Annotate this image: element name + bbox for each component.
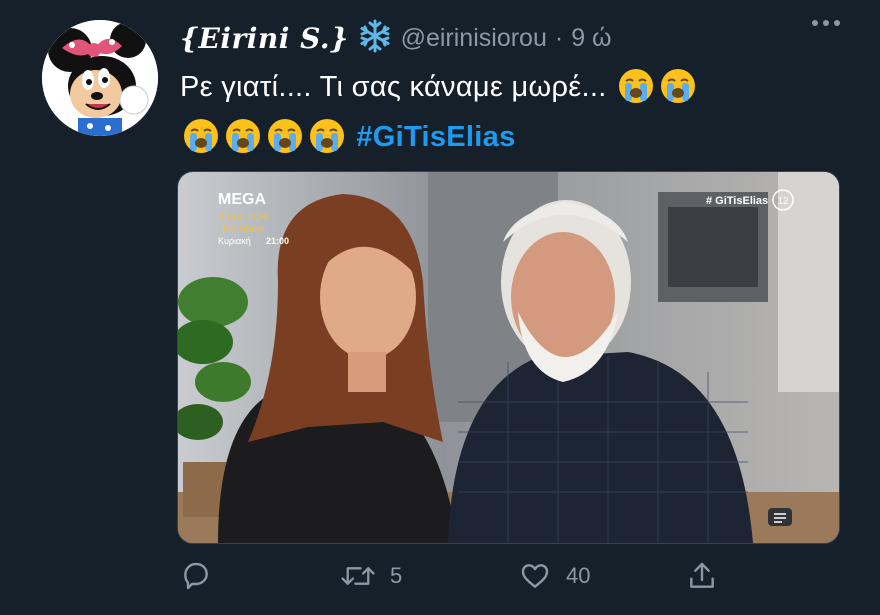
overlay-hashtag: # GiTisElias: [706, 195, 768, 207]
separator-dot: ·: [554, 23, 564, 52]
channel-logo: MEGA: [218, 191, 266, 208]
share-button[interactable]: [686, 560, 718, 592]
share-icon: [690, 562, 714, 588]
loudly-crying-face-icon: [184, 119, 218, 153]
loudly-crying-face-icon: [618, 69, 653, 103]
reply-icon: [184, 562, 208, 590]
tweet-header: {Eirini S.} @eirinisiorou · 9 ώ: [180, 14, 840, 62]
tweet-timestamp[interactable]: 9 ώ: [571, 24, 611, 53]
tweet-text: Ρε γιατί.... Τι σας κάναμε μωρέ... #GiTi…: [180, 62, 840, 162]
retweet-button[interactable]: 5: [340, 560, 402, 592]
like-count: 40: [566, 563, 591, 588]
avatar[interactable]: [42, 20, 158, 136]
retweet-icon: [341, 567, 375, 585]
promo-day: Κυριακή: [218, 236, 251, 246]
heart-icon: [521, 564, 549, 588]
promo-line-2: Live Show: [218, 224, 265, 235]
display-name[interactable]: {Eirini S.}: [180, 22, 349, 55]
like-button[interactable]: 40: [518, 560, 590, 592]
hashtag-link[interactable]: #GiTisElias: [356, 121, 515, 153]
minnie-mouse-avatar-image: [42, 20, 158, 136]
loudly-crying-face-icon: [226, 119, 260, 153]
tweet-media-image[interactable]: MEGA X FACTOR Live Show Κυριακή 21:00 # …: [177, 171, 840, 544]
rating-badge: 12: [777, 196, 789, 207]
promo-time: 21:00: [266, 236, 289, 246]
tweet-text-line: Ρε γιατί.... Τι σας κάναμε μωρέ...: [180, 71, 607, 103]
promo-line-1: X FACTOR: [218, 212, 268, 223]
tweet-actions: 5 40: [180, 560, 740, 604]
retweet-count: 5: [390, 563, 403, 588]
snowflake-icon: [357, 18, 393, 59]
user-handle[interactable]: @eirinisiorou: [401, 24, 547, 53]
loudly-crying-face-icon: [660, 69, 695, 103]
alt-text-icon: [768, 508, 792, 526]
loudly-crying-face-icon: [268, 119, 302, 153]
loudly-crying-face-icon: [310, 119, 344, 153]
reply-button[interactable]: [180, 560, 212, 592]
more-options-icon[interactable]: [812, 20, 840, 26]
